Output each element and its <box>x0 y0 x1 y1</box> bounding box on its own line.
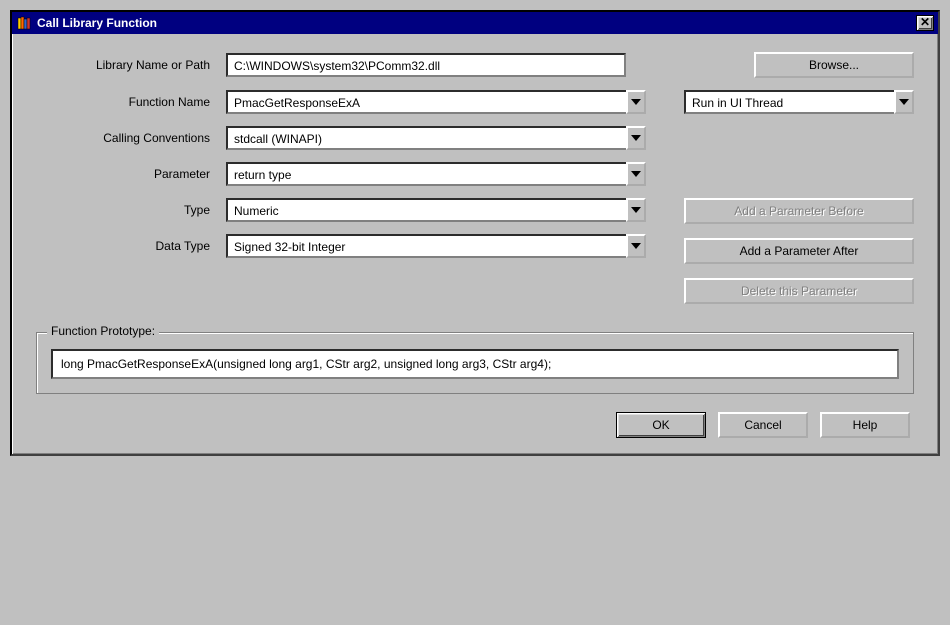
chevron-down-icon[interactable] <box>626 198 646 222</box>
add-parameter-before-button: Add a Parameter Before <box>684 198 914 224</box>
data-type-combo[interactable]: Signed 32-bit Integer <box>226 234 646 258</box>
add-parameter-after-button[interactable]: Add a Parameter After <box>684 238 914 264</box>
dialog-content: Library Name or Path C:\WINDOWS\system32… <box>12 34 938 454</box>
chevron-down-icon[interactable] <box>626 90 646 114</box>
type-label: Type <box>36 203 216 217</box>
chevron-down-icon[interactable] <box>894 90 914 114</box>
library-path-input[interactable]: C:\WINDOWS\system32\PComm32.dll <box>226 53 626 77</box>
ok-button[interactable]: OK <box>616 412 706 438</box>
help-button[interactable]: Help <box>820 412 910 438</box>
thread-combo[interactable]: Run in UI Thread <box>684 90 914 114</box>
function-prototype-legend: Function Prototype: <box>47 324 159 338</box>
window-title: Call Library Function <box>37 16 916 30</box>
data-type-label: Data Type <box>36 239 216 253</box>
function-name-label: Function Name <box>36 95 216 109</box>
library-path-label: Library Name or Path <box>36 58 216 72</box>
calling-conventions-label: Calling Conventions <box>36 131 216 145</box>
function-name-value[interactable]: PmacGetResponseExA <box>226 90 626 114</box>
close-icon[interactable]: ✕ <box>916 15 934 31</box>
call-library-function-dialog: Call Library Function ✕ Library Name or … <box>10 10 940 456</box>
delete-parameter-button: Delete this Parameter <box>684 278 914 304</box>
books-icon <box>16 15 32 31</box>
parameter-value[interactable]: return type <box>226 162 626 186</box>
titlebar: Call Library Function ✕ <box>12 12 938 34</box>
chevron-down-icon[interactable] <box>626 162 646 186</box>
data-type-value[interactable]: Signed 32-bit Integer <box>226 234 626 258</box>
function-name-combo[interactable]: PmacGetResponseExA <box>226 90 646 114</box>
function-prototype-group: Function Prototype: long PmacGetResponse… <box>36 332 914 394</box>
browse-button[interactable]: Browse... <box>754 52 914 78</box>
chevron-down-icon[interactable] <box>626 126 646 150</box>
parameter-combo[interactable]: return type <box>226 162 646 186</box>
calling-conventions-value[interactable]: stdcall (WINAPI) <box>226 126 626 150</box>
calling-conventions-combo[interactable]: stdcall (WINAPI) <box>226 126 646 150</box>
function-prototype-text: long PmacGetResponseExA(unsigned long ar… <box>51 349 899 379</box>
thread-value[interactable]: Run in UI Thread <box>684 90 894 114</box>
dialog-buttons: OK Cancel Help <box>36 412 914 438</box>
parameter-label: Parameter <box>36 167 216 181</box>
chevron-down-icon[interactable] <box>626 234 646 258</box>
type-combo[interactable]: Numeric <box>226 198 646 222</box>
type-value[interactable]: Numeric <box>226 198 626 222</box>
cancel-button[interactable]: Cancel <box>718 412 808 438</box>
